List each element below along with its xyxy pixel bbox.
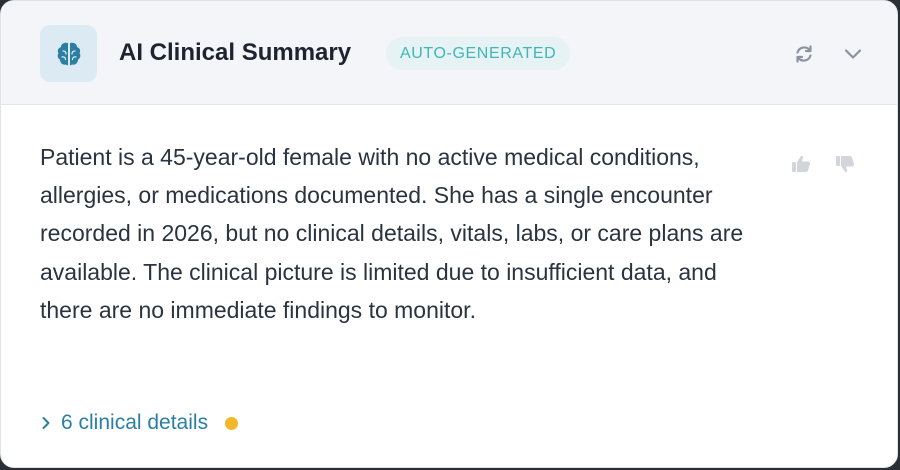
- brain-icon: [40, 25, 97, 82]
- chevron-down-icon: [844, 49, 862, 59]
- clinical-summary-card: AI Clinical Summary AUTO-GENERATED Patie…: [0, 0, 898, 468]
- status-dot: [225, 416, 239, 430]
- clinical-details-label: 6 clinical details: [61, 411, 209, 434]
- thumbs-down-button[interactable]: [832, 151, 858, 177]
- refresh-icon: [796, 45, 812, 63]
- thumbs-up-icon: [792, 155, 811, 172]
- thumbs-down-icon: [836, 156, 855, 173]
- card-header: AI Clinical Summary AUTO-GENERATED: [1, 1, 897, 105]
- auto-generated-badge: AUTO-GENERATED: [386, 37, 571, 70]
- collapse-button[interactable]: [840, 41, 866, 67]
- clinical-details-toggle[interactable]: 6 clinical details: [39, 409, 239, 437]
- thumbs-up-button[interactable]: [788, 151, 814, 177]
- chevron-right-icon: [39, 416, 53, 430]
- summary-text: Patient is a 45-year-old female with no …: [40, 144, 744, 323]
- refresh-button[interactable]: [791, 41, 817, 67]
- card-title: AI Clinical Summary: [119, 39, 352, 66]
